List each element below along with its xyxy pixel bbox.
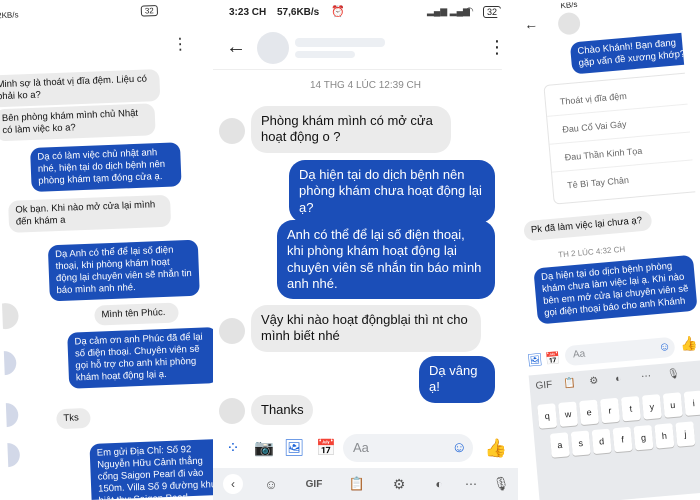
avatar — [0, 442, 21, 468]
image-icon[interactable]: 🖼 — [283, 437, 305, 459]
keyboard-key[interactable]: s — [570, 430, 591, 456]
quick-reply-option[interactable]: Tê Bì Tay Chân — [567, 175, 630, 190]
gear-icon[interactable]: ⚙ — [389, 474, 409, 494]
message-bubble: Minh sợ là thoát vị đĩa đệm. Liệu có phả… — [0, 69, 161, 108]
emoji-icon[interactable]: ☺ — [452, 439, 467, 456]
composer-bar: ⁘ 📷 🖼 📅 Aa ☺ 👍 — [213, 430, 518, 468]
calendar-icon[interactable]: 📅 — [545, 351, 561, 366]
microphone-icon[interactable]: 🎙 — [667, 368, 681, 380]
status-speed: KB/s — [560, 0, 578, 11]
back-arrow-icon[interactable]: ← — [223, 34, 249, 60]
alarm-icon: ⏰ — [331, 6, 345, 18]
keyboard-toolbar: ‹ ☺ GIF 📋 ⚙ ◐ ⋯ 🎙 — [213, 468, 518, 500]
message-bubble: Vậy khi nào hoạt độngblại thì nt cho mìn… — [251, 305, 481, 352]
palette-icon[interactable]: ◐ — [615, 373, 622, 384]
contact-avatar[interactable] — [257, 32, 289, 64]
thumbs-up-icon[interactable]: 👍 — [483, 435, 509, 461]
message-bubble: Dạ Anh có thể để lại số điện thoại, khi … — [47, 239, 200, 301]
keyboard-key[interactable]: a — [549, 432, 570, 458]
message-bubble: Dạ vâng ạ! — [419, 356, 495, 403]
chat-header: ← ⋮ — [213, 26, 518, 70]
right-chat-screenshot: KB/s ← Chào Khánh! Bạn đang gặp vấn đề x… — [496, 0, 700, 500]
message-bubble: Chào Khánh! Bạn đang gặp vấn đề xương kh… — [569, 31, 700, 75]
avatar — [0, 350, 17, 376]
apps-grid-icon[interactable]: ⁘ — [223, 438, 243, 458]
message-bubble: Thanks — [251, 395, 313, 426]
more-dots-icon[interactable]: ⋯ — [641, 371, 652, 383]
keyboard-key[interactable]: i — [683, 390, 700, 416]
back-arrow-icon[interactable]: ← — [523, 15, 538, 32]
image-icon[interactable]: 🖼 — [527, 352, 543, 367]
keyboard-key[interactable]: d — [591, 428, 612, 455]
more-options-icon[interactable]: ⋮ — [172, 34, 189, 55]
gif-button[interactable]: GIF — [301, 474, 327, 494]
quick-reply-options: Thoát vị đĩa đệm Đau Cổ Vai Gáy Đau Thần… — [543, 72, 700, 205]
date-divider: 14 THG 4 LÚC 12:39 CH — [310, 80, 421, 91]
quick-reply-option[interactable]: Đau Thần Kinh Tọa — [564, 146, 642, 163]
keyboard-key[interactable]: j — [675, 421, 696, 447]
keyboard-key[interactable]: r — [599, 397, 621, 424]
status-speed: ,2KB/s — [0, 10, 19, 21]
thumbs-up-icon[interactable]: 👍 — [680, 335, 699, 353]
contact-status-redacted — [295, 51, 355, 58]
message-bubble: Pk đã làm việc lại chưa ạ? — [523, 210, 653, 242]
message-bubble: Ok bạn. Khi nào mở cửa lại mình đến khám… — [8, 194, 172, 233]
gear-icon[interactable]: ⚙ — [589, 375, 599, 387]
gif-icon[interactable]: GIF — [535, 379, 553, 391]
keyboard-key[interactable]: u — [662, 392, 683, 418]
message-bubble: Tks — [56, 407, 91, 430]
message-bubble: Dạ hiện tại do dịch bệnh phòng khám chưa… — [533, 254, 698, 324]
avatar — [0, 302, 19, 330]
signal-icon: ▂▄▆ ▂▄▆ — [427, 6, 470, 16]
keyboard-key[interactable]: w — [558, 401, 579, 427]
message-input-placeholder: Aa — [353, 440, 369, 455]
status-time: 3:23 CH — [229, 7, 267, 18]
middle-chat-screenshot: 3:23 CH 57,6KB/s ⏰ ▂▄▆ ▂▄▆ ◠ 32 ← ⋮ 14 T… — [213, 0, 518, 500]
status-bar: 3:23 CH 57,6KB/s ⏰ ▂▄▆ ▂▄▆ ◠ 32 — [213, 0, 518, 26]
message-input-placeholder: Aa — [572, 348, 586, 361]
keyboard: GIF 📋 ⚙ ◐ ⋯ 🎙 qwertyui asdfghj — [518, 358, 700, 500]
message-bubble: Dạ cảm ơn anh Phúc đã để lại số điện tho… — [67, 326, 220, 389]
quick-reply-option[interactable]: Thoát vị đĩa đệm — [559, 91, 627, 107]
keyboard-key[interactable]: f — [612, 426, 633, 453]
message-bubble: Mình tên Phúc. — [94, 302, 179, 326]
calendar-icon[interactable]: 📅 — [315, 437, 337, 459]
keyboard-key[interactable]: g — [633, 424, 654, 451]
keyboard-key[interactable]: y — [641, 394, 662, 420]
emoji-icon[interactable]: ☺ — [658, 339, 671, 354]
message-bubble: Em gửi Địa Chỉ: Số 92 Nguyễn Hữu Cảnh th… — [89, 438, 222, 500]
message-bubble: Bên phòng khám mình chủ Nhật có làm việc… — [0, 103, 156, 142]
wifi-icon: ◠ — [465, 6, 474, 17]
contact-avatar[interactable] — [557, 11, 582, 36]
palette-icon[interactable]: ◐ — [429, 474, 449, 494]
message-input[interactable]: Aa ☺ — [564, 336, 676, 367]
keyboard-key[interactable]: q — [537, 403, 558, 429]
message-bubble: Dạ có làm việc chủ nhật anh nhé, hiện tạ… — [30, 142, 182, 192]
message-bubble: Anh có thể để lại số điện thoại, khi phò… — [277, 220, 495, 299]
status-speed: 57,6KB/s — [277, 7, 320, 18]
avatar — [219, 318, 245, 344]
clipboard-icon[interactable]: 📋 — [347, 474, 367, 494]
clipboard-icon[interactable]: 📋 — [563, 377, 576, 389]
camera-icon[interactable]: 📷 — [253, 437, 275, 459]
status-battery: 32 — [140, 5, 158, 17]
keyboard-key[interactable]: t — [620, 395, 641, 422]
avatar — [219, 398, 245, 424]
quick-reply-option[interactable]: Đau Cổ Vai Gáy — [562, 119, 627, 135]
microphone-icon[interactable]: 🎙 — [491, 474, 511, 494]
more-dots-icon[interactable]: ⋯ — [461, 474, 481, 494]
contact-name-redacted — [295, 38, 385, 47]
date-divider: TH 2 LÚC 4:32 CH — [557, 244, 626, 260]
message-bubble: Dạ hiện tại do dịch bệnh nên phòng khám … — [289, 160, 495, 223]
avatar — [0, 402, 19, 428]
sticker-icon[interactable]: ☺ — [261, 474, 281, 494]
collage: ,2KB/s 32 ⋮ Minh sợ là thoát vị đĩa đệm.… — [0, 0, 700, 500]
message-bubble: Phòng khám mình có mở cửa hoạt động o ? — [251, 106, 451, 153]
message-input[interactable]: Aa ☺ — [343, 434, 473, 462]
avatar — [219, 118, 245, 144]
keyboard-key[interactable]: e — [579, 399, 600, 426]
chevron-left-icon[interactable]: ‹ — [223, 474, 243, 494]
left-chat-screenshot: ,2KB/s 32 ⋮ Minh sợ là thoát vị đĩa đệm.… — [0, 0, 222, 500]
keyboard-key[interactable]: h — [654, 423, 675, 449]
